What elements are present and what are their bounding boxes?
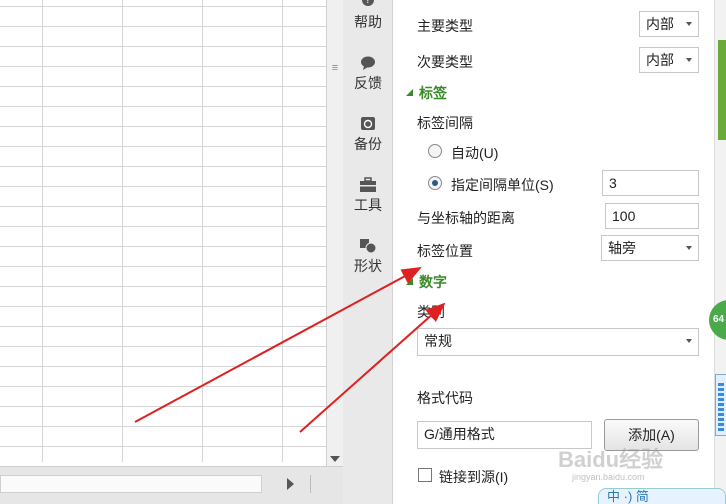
right-edge-strip: 64: [709, 0, 726, 504]
bottom-bar: [0, 466, 343, 504]
feedback-label: 反馈: [354, 75, 382, 91]
side-toolbar: ? 帮助 反馈 备份 工具 形状: [343, 0, 393, 504]
watermark-url: jingyan.baidu.com: [572, 472, 645, 482]
axis-properties-panel: 主要类型 内部 次要类型 内部 标签 标签间隔 自动(U) 指定间隔单位(S) …: [394, 0, 714, 504]
svg-text:?: ?: [366, 0, 371, 6]
major-tick-type-value: 内部: [646, 16, 674, 32]
major-tick-type-select[interactable]: 内部: [639, 11, 699, 37]
shape-label: 形状: [354, 258, 382, 274]
link-to-source-checkbox[interactable]: [418, 468, 432, 482]
specify-interval-radio[interactable]: [428, 176, 442, 190]
labels-section-header[interactable]: 标签: [406, 83, 447, 103]
axis-distance-value: 100: [612, 208, 636, 224]
ime-toolbar[interactable]: 中 ·) 简: [598, 488, 726, 504]
help-icon: ?: [359, 0, 377, 10]
axis-distance-input[interactable]: 100: [605, 203, 699, 229]
category-value: 常规: [424, 333, 452, 349]
number-section-title: 数字: [419, 274, 447, 290]
divider: [310, 475, 311, 493]
category-select[interactable]: 常规: [417, 328, 699, 356]
minor-tick-type-label: 次要类型: [417, 54, 473, 70]
chevron-down-icon: [686, 339, 692, 343]
minor-tick-type-value: 内部: [646, 52, 674, 68]
backup-icon: [359, 116, 377, 132]
major-tick-type-label: 主要类型: [417, 18, 473, 34]
label-interval-label: 标签间隔: [417, 115, 473, 131]
shape-button[interactable]: 形状: [343, 238, 393, 276]
tools-button[interactable]: 工具: [343, 177, 393, 215]
format-code-label: 格式代码: [417, 390, 473, 406]
help-label: 帮助: [354, 14, 382, 30]
vertical-scrollbar[interactable]: ≡: [326, 0, 343, 466]
label-position-value: 轴旁: [608, 240, 636, 256]
collapse-triangle-icon: [406, 278, 413, 285]
backup-label: 备份: [354, 136, 382, 152]
feedback-button[interactable]: 反馈: [343, 55, 393, 93]
horizontal-scrollbar[interactable]: [0, 475, 262, 493]
format-code-value: G/通用格式: [424, 426, 495, 442]
shape-icon: [359, 238, 377, 254]
category-label: 类别: [417, 304, 445, 320]
chevron-down-icon: [686, 246, 692, 250]
collapse-triangle-icon: [406, 89, 413, 96]
specify-interval-label[interactable]: 指定间隔单位(S): [451, 175, 554, 195]
volume-meter: [715, 374, 726, 436]
chevron-down-icon: [686, 22, 692, 26]
auto-interval-label[interactable]: 自动(U): [451, 143, 498, 163]
label-position-label: 标签位置: [417, 243, 473, 259]
spreadsheet-grid[interactable]: [0, 0, 326, 462]
auto-interval-radio[interactable]: [428, 144, 442, 158]
side-tab-marker[interactable]: [718, 40, 726, 140]
scroll-down-icon[interactable]: [330, 456, 340, 462]
interval-unit-input[interactable]: 3: [602, 170, 699, 196]
splitter-grip-icon[interactable]: ≡: [330, 62, 340, 74]
watermark-logo: Baidu经验: [558, 447, 664, 472]
link-to-source-label[interactable]: 链接到源(I): [439, 467, 508, 487]
interval-unit-value: 3: [609, 175, 617, 191]
minor-tick-type-select[interactable]: 内部: [639, 47, 699, 73]
labels-section-title: 标签: [419, 85, 447, 101]
number-section-header[interactable]: 数字: [406, 272, 447, 292]
toolbox-icon: [359, 177, 377, 193]
scroll-right-icon[interactable]: [287, 478, 294, 490]
label-position-select[interactable]: 轴旁: [601, 235, 699, 261]
axis-distance-label: 与坐标轴的距离: [417, 210, 515, 226]
volume-meter-fill: [718, 383, 724, 433]
backup-button[interactable]: 备份: [343, 116, 393, 154]
feedback-icon: [359, 55, 377, 71]
tools-label: 工具: [354, 197, 382, 213]
help-button[interactable]: ? 帮助: [343, 0, 393, 32]
chevron-down-icon: [686, 58, 692, 62]
